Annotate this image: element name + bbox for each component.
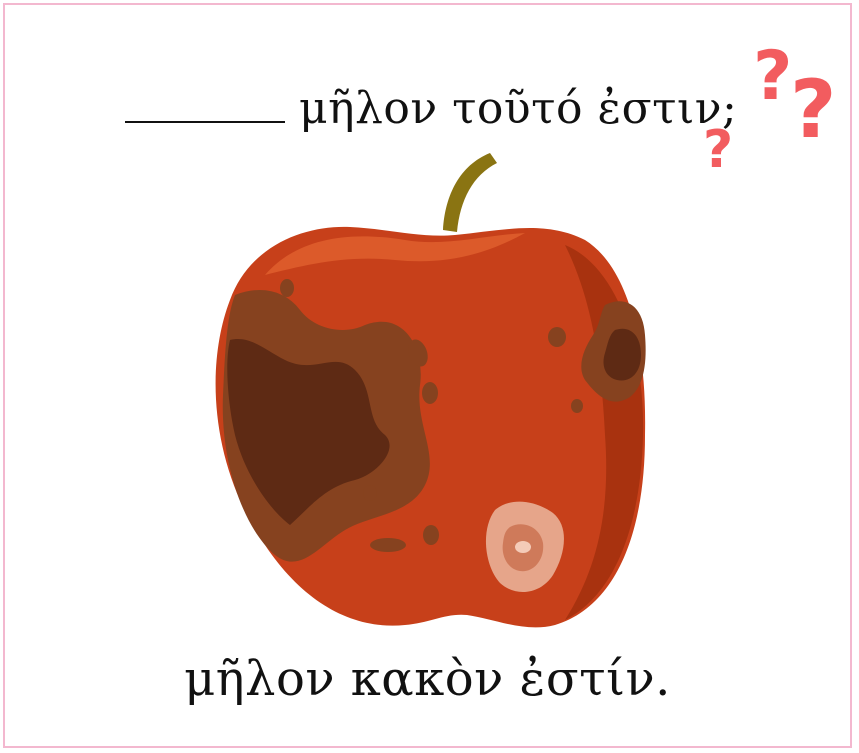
worksheet-card: μῆλον τοῦτό ἐστιν; ? ? ? μῆλον κακὸν ἐστ… — [3, 3, 852, 748]
question-text: μῆλον τοῦτό ἐστιν; — [299, 83, 738, 134]
answer-blank[interactable] — [125, 87, 285, 123]
svg-text:?: ? — [790, 63, 836, 156]
rotten-apple-icon — [215, 153, 646, 628]
answer-text: μῆλον κακὸν ἐστίν. — [184, 651, 671, 707]
question-mark-icon: ? ? ? — [703, 41, 836, 180]
svg-text:?: ? — [753, 41, 792, 116]
svg-text:?: ? — [703, 120, 733, 180]
question-marks-icon: ? ? ? — [703, 41, 836, 180]
question-line: μῆλον τοῦτό ἐστιν; — [125, 83, 737, 134]
